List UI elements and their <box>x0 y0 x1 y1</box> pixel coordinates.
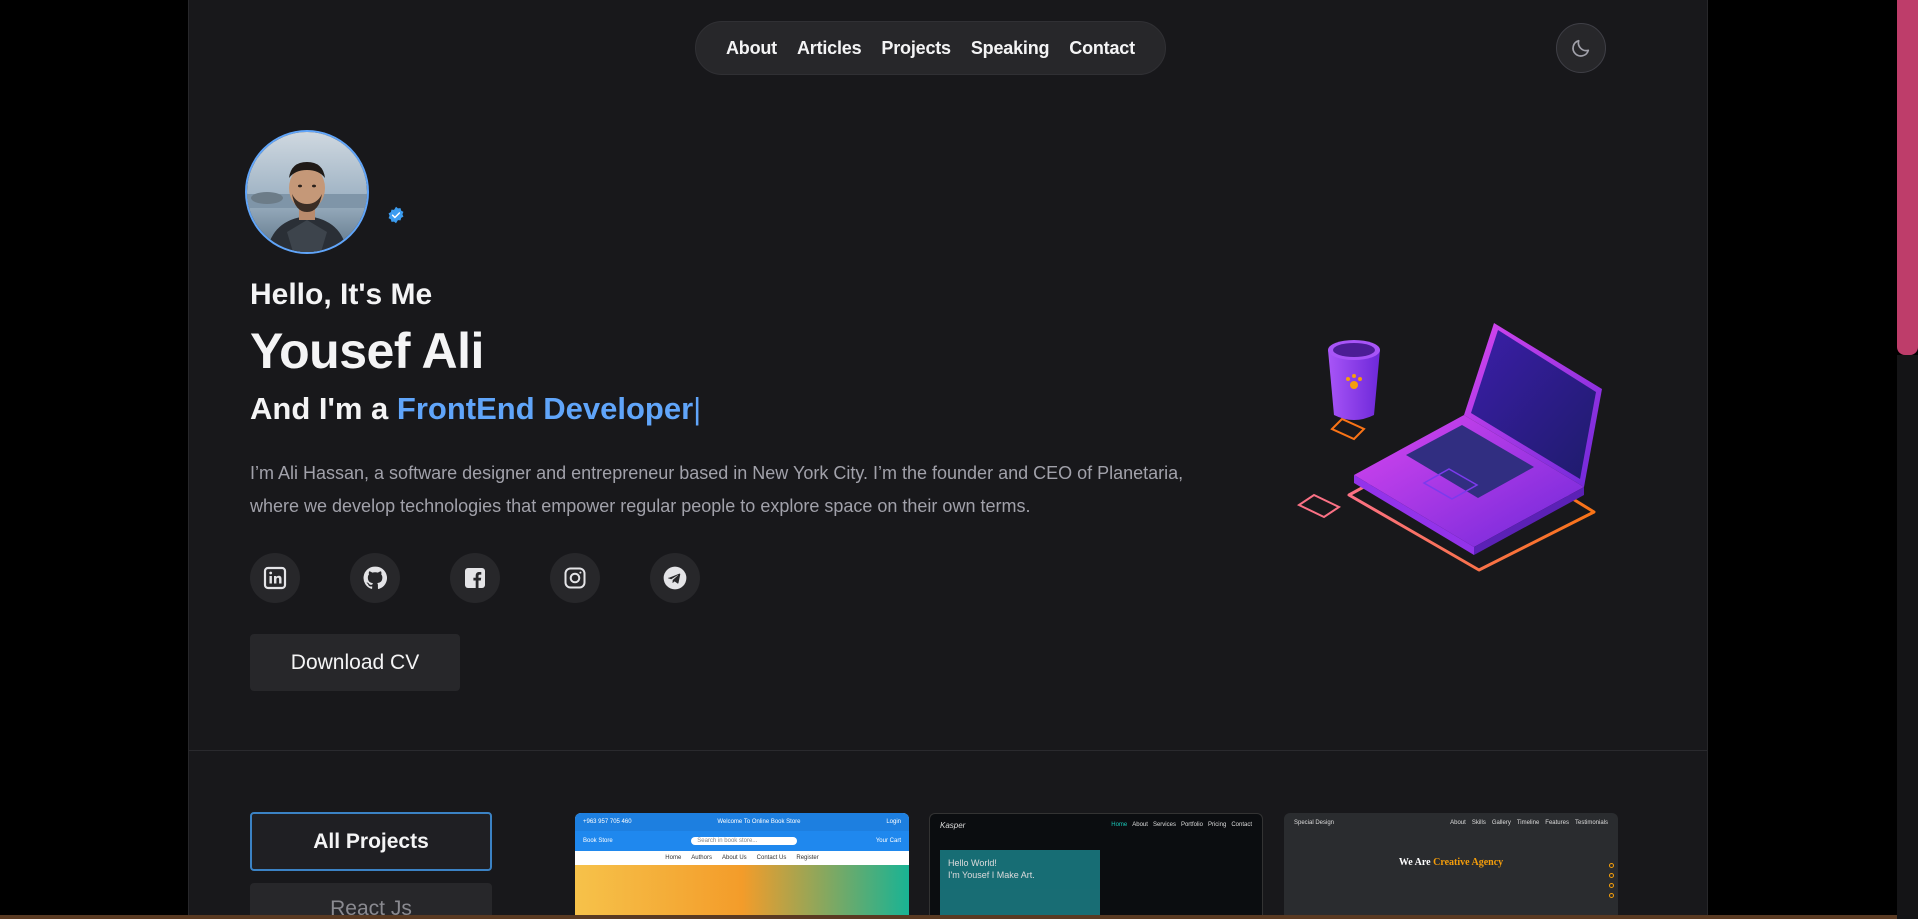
hero-bio: I’m Ali Hassan, a software designer and … <box>250 463 1184 516</box>
role-prefix: And I'm a <box>250 391 397 426</box>
telegram-icon <box>663 566 687 590</box>
bottom-strip <box>0 915 1897 919</box>
nav-contact[interactable]: Contact <box>1069 38 1135 59</box>
laptop-illustration <box>1296 323 1602 572</box>
card2-menu-portfolio: Portfolio <box>1180 822 1203 828</box>
card2-menu-pricing: Pricing <box>1207 822 1227 828</box>
card3-menu-testimonials: Testimonials <box>1574 820 1608 826</box>
card1-menu-register: Register <box>796 855 819 861</box>
facebook-link[interactable] <box>450 553 500 603</box>
telegram-link[interactable] <box>650 553 700 603</box>
nav-projects[interactable]: Projects <box>881 38 951 59</box>
page: About Articles Projects Speaking Contact <box>188 0 1708 919</box>
card1-menu-contact: Contact Us <box>756 855 787 861</box>
github-icon <box>363 566 388 589</box>
project-card-book-store[interactable]: +963 957 705 460 Welcome To Online Book … <box>575 813 909 919</box>
role-highlight: FrontEnd Developer <box>396 391 694 426</box>
avatar <box>245 130 369 254</box>
project-card-kasper[interactable]: Kasper Home About Services Portfolio Pri… <box>929 813 1263 919</box>
hero-role: And I'm a FrontEnd Developer| <box>250 391 701 427</box>
filter-all-projects[interactable]: All Projects <box>250 812 492 871</box>
hero-greeting: Hello, It's Me <box>250 278 433 311</box>
nav-articles[interactable]: Articles <box>797 38 862 59</box>
filter-react-js[interactable]: React Js <box>250 883 492 919</box>
card3-menu-features: Features <box>1545 820 1569 826</box>
card3-menu-gallery: Gallery <box>1491 820 1511 826</box>
project-card-special-design[interactable]: Special Design About Skills Gallery Time… <box>1284 813 1618 919</box>
card2-menu-home: Home <box>1111 822 1128 828</box>
card3-menu-about: About <box>1450 820 1466 826</box>
card1-menu-about: About Us <box>721 855 747 861</box>
instagram-icon <box>564 567 586 589</box>
card3-menu-timeline: Timeline <box>1516 820 1540 826</box>
moon-icon <box>1572 39 1590 57</box>
download-cv-button[interactable]: Download CV <box>250 634 460 691</box>
theme-toggle-button[interactable] <box>1556 23 1606 73</box>
card1-search: Search in book store... <box>691 837 798 845</box>
linkedin-link[interactable] <box>250 553 300 603</box>
card1-menu-home: Home <box>665 855 682 861</box>
card3-hero-prefix: We Are <box>1398 857 1434 868</box>
card2-menu-about: About <box>1132 822 1148 828</box>
card1-phone: +963 957 705 460 <box>583 819 632 825</box>
instagram-link[interactable] <box>550 553 600 603</box>
card1-logo: Book Store <box>583 838 613 844</box>
nav-speaking[interactable]: Speaking <box>971 38 1050 59</box>
card3-logo: Special Design <box>1294 820 1335 826</box>
card1-login: Login <box>886 819 901 825</box>
section-divider <box>189 750 1707 751</box>
verified-badge-icon <box>388 206 404 224</box>
card2-logo: Kasper <box>940 820 966 830</box>
card1-menu-authors: Authors <box>691 855 712 861</box>
hero-name: Yousef Ali <box>250 323 484 379</box>
scrollbar-thumb[interactable] <box>1897 0 1918 355</box>
linkedin-icon <box>263 566 287 590</box>
card2-tagline: I'm Yousef I Make Art. <box>948 870 1035 880</box>
github-link[interactable] <box>350 553 400 603</box>
card3-menu-skills: Skills <box>1471 820 1486 826</box>
typing-caret: | <box>693 391 702 426</box>
card3-hero-highlight: Creative Agency <box>1433 857 1504 868</box>
card2-menu-services: Services <box>1152 822 1176 828</box>
social-links <box>250 553 700 603</box>
card1-welcome: Welcome To Online Book Store <box>717 819 801 825</box>
card2-menu-contact: Contact <box>1231 822 1252 828</box>
card2-hello: Hello World! <box>948 858 997 868</box>
nav-about[interactable]: About <box>726 38 777 59</box>
scrollbar-track <box>1897 355 1918 919</box>
card1-cart: Your Cart <box>875 838 901 844</box>
main-nav: About Articles Projects Speaking Contact <box>695 21 1166 75</box>
facebook-icon <box>465 568 485 588</box>
